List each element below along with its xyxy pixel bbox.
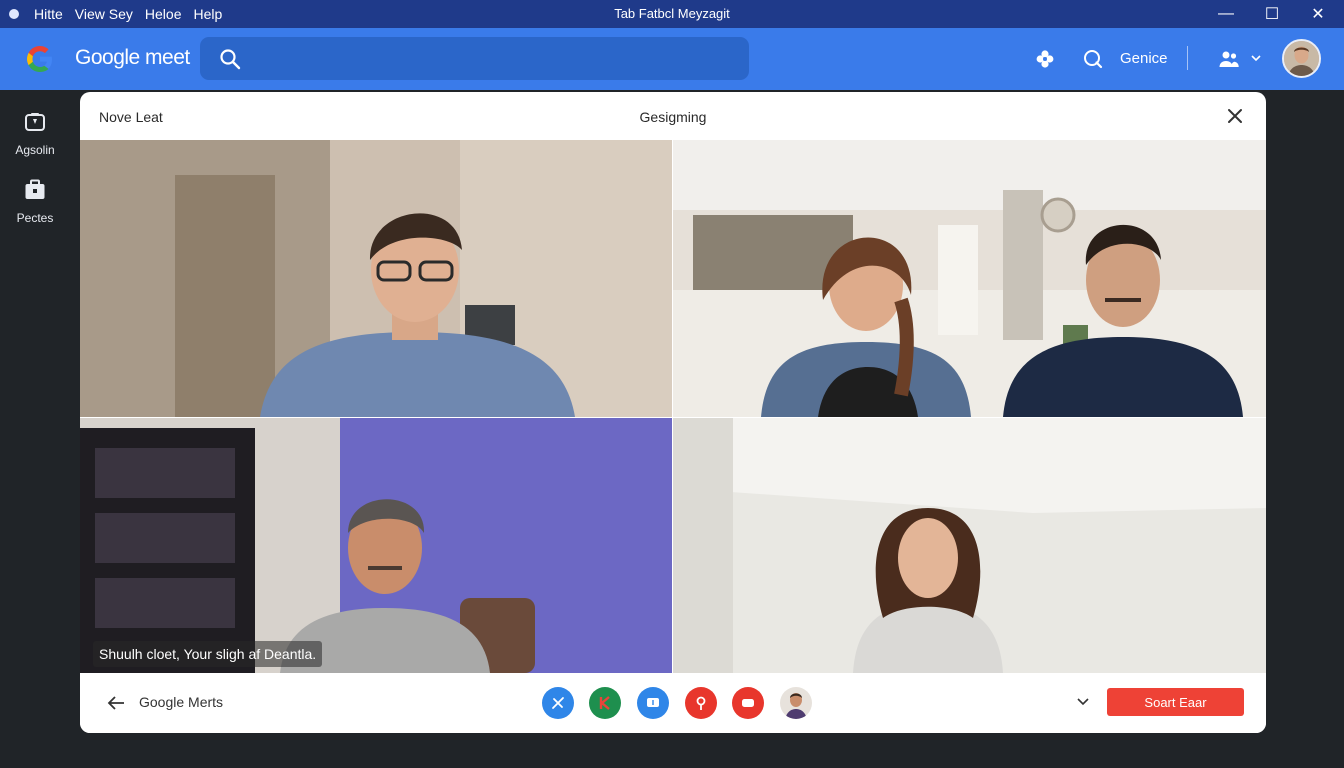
chevron-down-icon[interactable]	[1076, 696, 1090, 708]
participant-video	[80, 418, 672, 673]
chat-icon	[647, 698, 659, 707]
briefcase-icon	[25, 179, 45, 199]
chevron-down-icon[interactable]	[1250, 52, 1262, 64]
participant-video-tile[interactable]: Shuulh cloet, Your sligh af Deantla.	[80, 418, 672, 673]
settings-icon[interactable]	[1034, 48, 1056, 70]
rail-item-agsolin[interactable]: Agsolin	[0, 110, 70, 157]
k-app-icon	[599, 696, 610, 710]
video-button[interactable]	[732, 687, 764, 719]
window-title-bar: Hitte View Sey Heloe Help Tab Fatbcl Mey…	[0, 0, 1344, 28]
video-icon	[742, 699, 754, 707]
pin-button[interactable]	[685, 687, 717, 719]
close-window-button[interactable]: ✕	[1298, 2, 1338, 26]
rail-item-label: Agsolin	[15, 143, 55, 157]
participant-avatar-icon	[785, 693, 807, 719]
chat-button[interactable]	[637, 687, 669, 719]
control-bar: Google Merts Soart Eaar	[80, 673, 1266, 733]
live-caption: Shuulh cloet, Your sligh af Deantla.	[93, 641, 323, 667]
back-label[interactable]: Google Merts	[139, 694, 223, 710]
search-bar[interactable]	[200, 37, 749, 80]
participant-video	[673, 418, 1266, 673]
participant-video	[673, 140, 1266, 417]
user-avatar[interactable]	[1282, 39, 1321, 78]
mic-off-button[interactable]	[542, 687, 574, 719]
rail-item-label: Pectes	[16, 211, 54, 225]
mic-off-icon	[552, 697, 564, 709]
maximize-button[interactable]: ☐	[1252, 2, 1292, 26]
search-people-icon[interactable]	[1082, 48, 1104, 70]
pin-icon	[696, 696, 706, 710]
header-divider	[1187, 46, 1188, 70]
participant-video-tile[interactable]	[80, 140, 672, 417]
participant-video-tile[interactable]	[673, 418, 1266, 673]
rail-item-pectes[interactable]: Pectes	[0, 178, 70, 225]
google-logo-icon	[27, 46, 52, 72]
app-k-button[interactable]	[589, 687, 621, 719]
window-title: Tab Fatbcl Meyzagit	[614, 6, 730, 21]
people-icon[interactable]	[1218, 48, 1240, 70]
close-icon[interactable]	[1226, 107, 1244, 125]
header-label[interactable]: Genice	[1120, 50, 1168, 67]
start-button[interactable]: Soart Eaar	[1107, 688, 1244, 716]
arrow-left-icon[interactable]	[107, 695, 125, 711]
participant-avatar-button[interactable]	[780, 687, 812, 719]
meeting-title: Gesigming	[639, 109, 707, 125]
participant-video	[80, 140, 672, 417]
camera-icon	[25, 113, 45, 131]
search-icon	[220, 49, 241, 70]
app-brand: Google meet	[75, 46, 190, 69]
meeting-panel: Nove Leat Gesigming Shuulh cloet, Your s…	[80, 92, 1266, 733]
participant-video-tile[interactable]	[673, 140, 1266, 417]
minimize-button[interactable]: —	[1206, 2, 1246, 26]
window-controls: — ☐ ✕	[1206, 2, 1338, 26]
app-header: Google meet Genice	[0, 28, 1344, 90]
